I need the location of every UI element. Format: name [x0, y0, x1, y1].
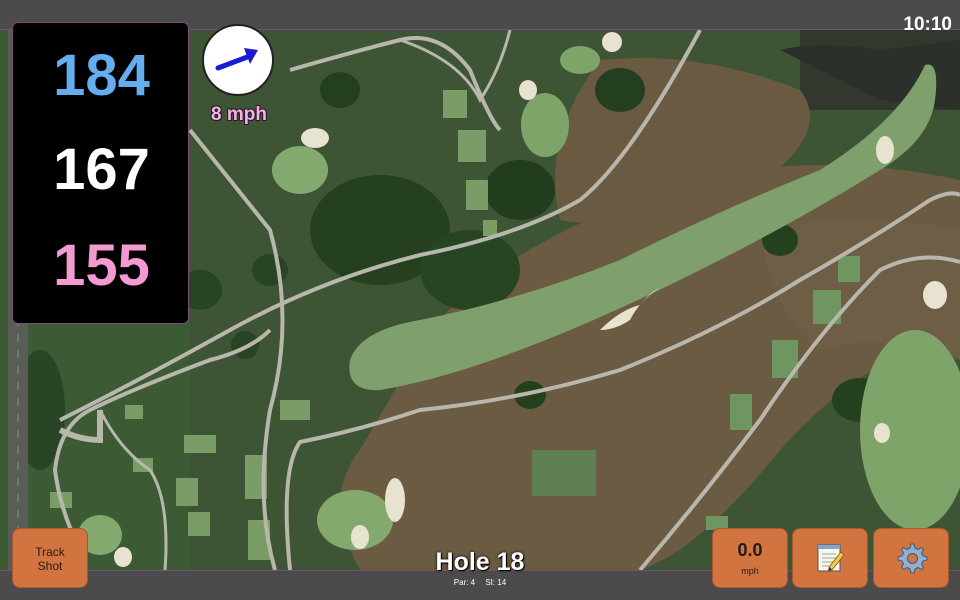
hole-title: Hole 18: [435, 548, 525, 576]
settings-button[interactable]: [873, 528, 949, 588]
front-distance: 155: [53, 233, 150, 298]
middle-distance: 167: [53, 137, 150, 202]
track-shot-button[interactable]: Track Shot: [12, 528, 88, 588]
wind-direction-dial: [202, 24, 274, 96]
wind-arrow-icon: [215, 48, 258, 71]
distance-panel: 184 167 155: [12, 22, 189, 324]
speed-value: 0.0: [737, 540, 763, 560]
track-shot-label-line2: Shot: [37, 559, 63, 573]
app-root: 10:10 184 167 155 8 mph Track Shot Hole …: [0, 0, 960, 600]
notes-button[interactable]: [792, 528, 868, 588]
hole-stroke-index: SI: 14: [485, 578, 507, 587]
back-distance: 184: [53, 43, 150, 108]
gear-icon: [897, 543, 928, 574]
wind-speed-label: 8 mph: [211, 104, 267, 125]
speed-button[interactable]: 0.0 mph: [712, 528, 788, 588]
notepad-icon: [817, 544, 845, 572]
speed-unit: mph: [741, 566, 759, 576]
hole-info: Par: 4 SI: 14: [380, 578, 580, 587]
hole-par: Par: 4: [453, 578, 476, 587]
track-shot-label-line1: Track: [35, 545, 65, 559]
